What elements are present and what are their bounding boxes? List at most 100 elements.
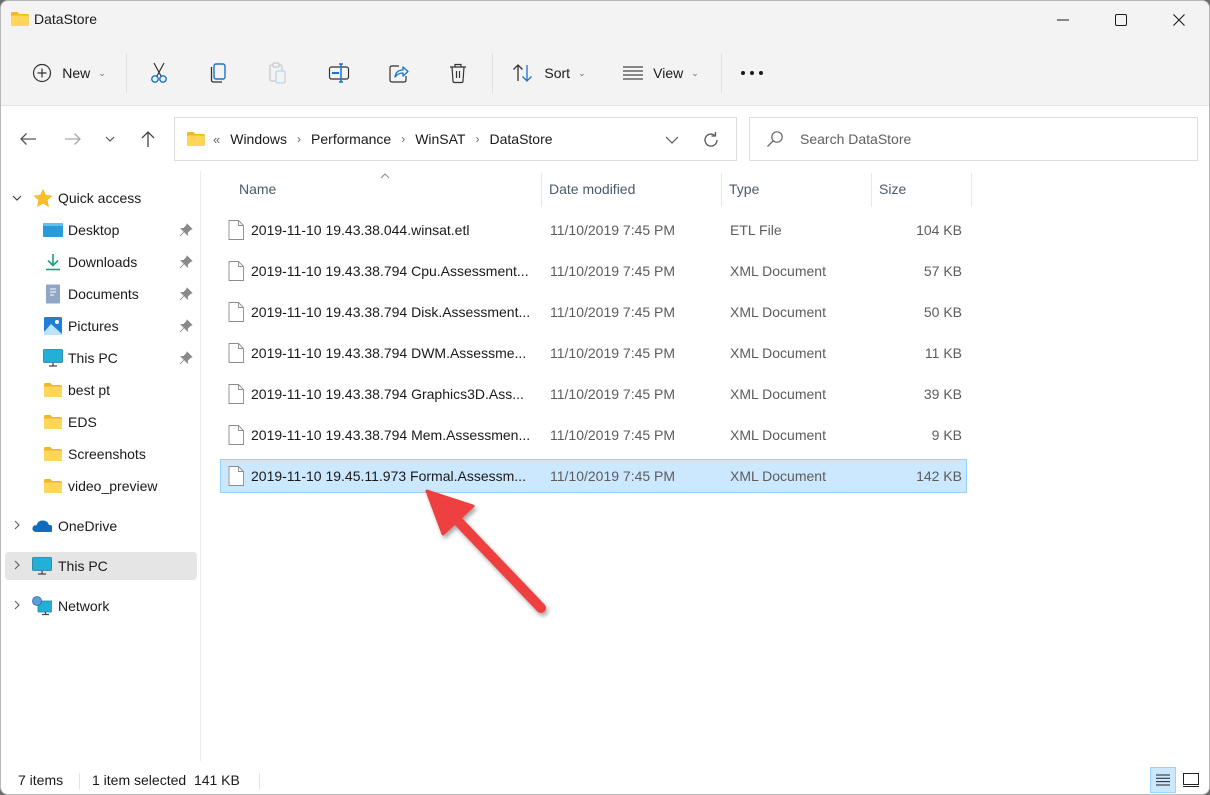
breadcrumb-windows[interactable]: Windows — [230, 131, 287, 147]
separator — [259, 773, 260, 789]
close-button[interactable] — [1150, 1, 1208, 39]
details-view-button[interactable] — [1150, 767, 1176, 793]
sidebar-item-documents[interactable]: Documents — [5, 280, 197, 308]
pin-icon[interactable] — [179, 255, 193, 269]
sidebar-item-video-preview[interactable]: video_preview — [5, 472, 197, 500]
chevron-right-icon[interactable]: › — [476, 132, 480, 146]
chevron-right-icon[interactable] — [11, 560, 23, 573]
sidebar-item-pictures[interactable]: Pictures — [5, 312, 197, 340]
file-size: 104 KB — [916, 222, 962, 238]
file-row[interactable]: 2019-11-10 19.43.38.794 Cpu.Assessment..… — [220, 254, 967, 288]
file-list: Name Date modified Type Size 2019-11-10 … — [202, 171, 1209, 761]
documents-icon — [43, 284, 63, 304]
downloads-icon — [43, 253, 63, 271]
see-more-button[interactable] — [731, 51, 773, 95]
up-button[interactable] — [133, 124, 163, 154]
file-date: 11/10/2019 7:45 PM — [550, 222, 676, 238]
sidebar-item-this-pc[interactable]: This PC — [5, 552, 197, 580]
breadcrumb-performance[interactable]: Performance — [311, 131, 391, 147]
column-header-size[interactable]: Size — [872, 171, 971, 207]
file-icon — [228, 466, 244, 486]
sidebar-item-network[interactable]: Network — [5, 592, 197, 620]
back-button[interactable] — [13, 124, 43, 154]
file-date: 11/10/2019 7:45 PM — [550, 427, 676, 443]
sidebar-item-downloads[interactable]: Downloads — [5, 248, 197, 276]
more-icon — [741, 71, 763, 75]
address-bar[interactable]: « Windows › Performance › WinSAT › DataS… — [174, 117, 737, 161]
column-resize-handle[interactable] — [971, 173, 972, 207]
separator — [721, 53, 722, 93]
chevron-right-icon[interactable]: › — [297, 132, 301, 146]
search-input[interactable] — [800, 131, 1180, 147]
chevron-right-icon[interactable] — [11, 600, 23, 613]
address-dropdown-button[interactable] — [662, 130, 682, 150]
sidebar-label: Quick access — [58, 190, 142, 206]
file-row[interactable]: 2019-11-10 19.43.38.794 Graphics3D.Ass..… — [220, 377, 967, 411]
pin-icon[interactable] — [179, 287, 193, 301]
overflow-crumbs-button[interactable]: « — [213, 132, 220, 147]
new-button[interactable]: New ⌄ — [21, 51, 117, 95]
pin-icon[interactable] — [179, 351, 193, 365]
chevron-down-icon[interactable] — [11, 192, 23, 204]
sidebar-item-screenshots[interactable]: Screenshots — [5, 440, 197, 468]
file-size: 39 KB — [923, 386, 962, 402]
sidebar-label: This PC — [58, 558, 108, 574]
sidebar-item-best-pt[interactable]: best pt — [5, 376, 197, 404]
chevron-right-icon[interactable] — [11, 520, 23, 533]
sidebar-label: EDS — [68, 414, 97, 430]
this-pc-icon — [32, 557, 52, 575]
file-row[interactable]: 2019-11-10 19.45.11.973 Formal.Assessm..… — [220, 459, 967, 493]
status-bar: 7 items 1 item selected 141 KB — [1, 763, 1209, 794]
file-icon — [228, 261, 244, 281]
chevron-right-icon[interactable]: › — [401, 132, 405, 146]
copy-button[interactable] — [198, 51, 238, 95]
delete-button[interactable] — [438, 51, 478, 95]
sidebar-item-quick-access[interactable]: Quick access — [5, 184, 197, 212]
view-button[interactable]: View ⌄ — [613, 51, 709, 95]
chevron-down-icon: ⌄ — [98, 67, 106, 78]
maximize-button[interactable] — [1092, 1, 1150, 39]
sidebar-label: Downloads — [68, 254, 138, 270]
desktop-icon — [43, 221, 63, 239]
sidebar-label: Screenshots — [68, 446, 146, 462]
folder-icon — [187, 132, 205, 146]
file-row[interactable]: 2019-11-10 19.43.38.044.winsat.etl 11/10/… — [220, 213, 967, 247]
pin-icon[interactable] — [179, 223, 193, 237]
column-header-name[interactable]: Name — [221, 171, 541, 207]
sort-button[interactable]: Sort ⌄ — [503, 51, 595, 95]
large-icons-view-button[interactable] — [1178, 767, 1204, 793]
copy-icon — [210, 63, 226, 83]
rename-icon — [328, 63, 350, 83]
recent-locations-button[interactable] — [97, 124, 123, 154]
file-row[interactable]: 2019-11-10 19.43.38.794 Mem.Assessmen...… — [220, 418, 967, 452]
sidebar-item-onedrive[interactable]: OneDrive — [5, 512, 197, 540]
search-box[interactable] — [749, 117, 1198, 161]
refresh-button[interactable] — [700, 129, 722, 151]
file-row[interactable]: 2019-11-10 19.43.38.794 DWM.Assessme... 1… — [220, 336, 967, 370]
sidebar-item-this-pc-pinned[interactable]: This PC — [5, 344, 197, 372]
column-header-date[interactable]: Date modified — [542, 171, 721, 207]
file-type: ETL File — [730, 222, 782, 238]
breadcrumb-winsat[interactable]: WinSAT — [415, 131, 465, 147]
file-date: 11/10/2019 7:45 PM — [550, 345, 676, 361]
file-name: 2019-11-10 19.43.38.044.winsat.etl — [251, 222, 470, 238]
file-name: 2019-11-10 19.43.38.794 Cpu.Assessment..… — [251, 263, 529, 279]
pin-icon[interactable] — [179, 319, 193, 333]
file-type: XML Document — [730, 386, 826, 402]
file-name: 2019-11-10 19.43.38.794 DWM.Assessme... — [251, 345, 527, 361]
sidebar-item-eds[interactable]: EDS — [5, 408, 197, 436]
minimize-button[interactable] — [1034, 1, 1092, 39]
sidebar-label: Pictures — [68, 318, 119, 334]
file-row[interactable]: 2019-11-10 19.43.38.794 Disk.Assessment.… — [220, 295, 967, 329]
forward-button[interactable] — [58, 124, 88, 154]
sidebar-item-desktop[interactable]: Desktop — [5, 216, 197, 244]
share-button[interactable] — [379, 51, 419, 95]
paste-button[interactable] — [258, 51, 298, 95]
breadcrumb-datastore[interactable]: DataStore — [490, 131, 553, 147]
column-header-type[interactable]: Type — [722, 171, 871, 207]
large-icons-view-icon — [1183, 773, 1199, 787]
cut-button[interactable] — [139, 51, 179, 95]
trash-icon — [450, 63, 466, 84]
rename-button[interactable] — [319, 51, 359, 95]
folder-icon — [43, 445, 63, 463]
